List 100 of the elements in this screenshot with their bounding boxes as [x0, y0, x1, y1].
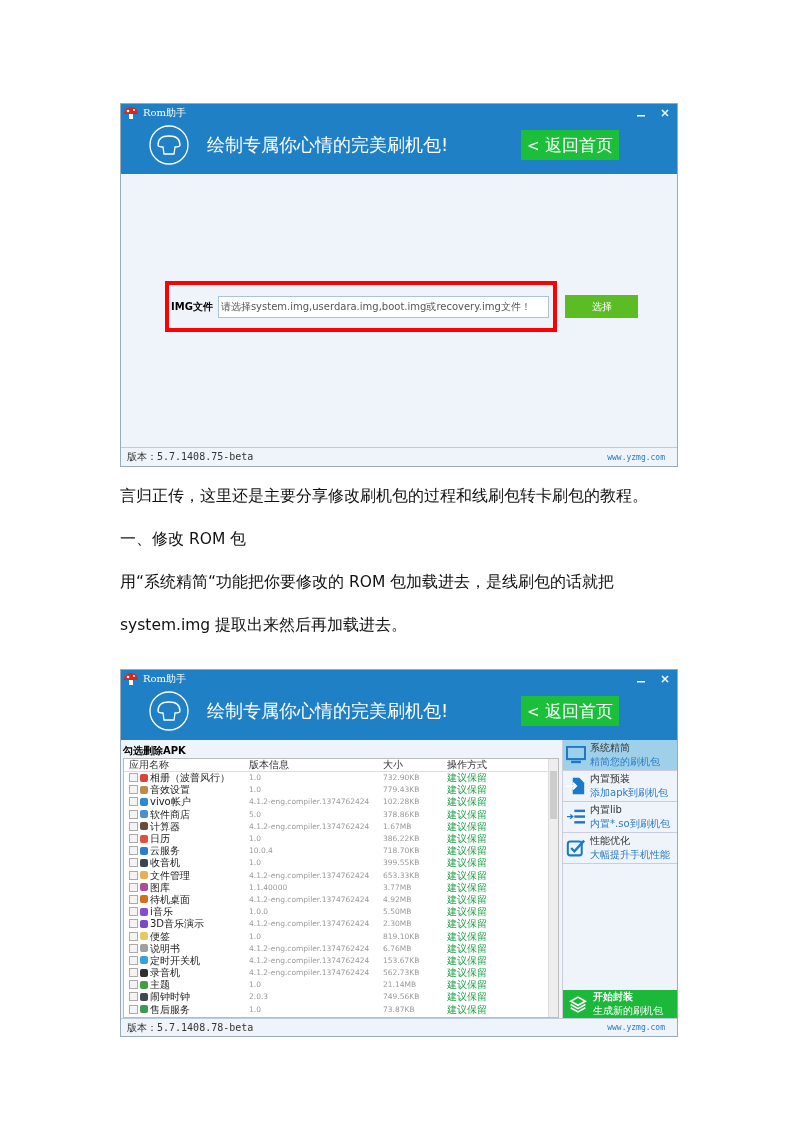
version-label: 版本：5.7.1408.78-beta — [127, 1020, 254, 1035]
tool-subtitle: 精简您的刷机包 — [590, 755, 660, 769]
app-name: 待机桌面 — [150, 893, 190, 905]
checkbox-tick-icon — [566, 839, 586, 857]
version-label: 版本：5.7.1408.75-beta — [127, 450, 254, 464]
tool-item[interactable]: 内置lib 内置*.so到刷机包 — [563, 802, 677, 833]
action-cell-text: 建议保留 — [447, 942, 488, 954]
checkbox[interactable] — [129, 955, 138, 965]
action-cell-text: 建议保留 — [447, 845, 488, 857]
scrollbar[interactable] — [548, 759, 558, 1017]
action-cell-text: 建议保留 — [447, 1003, 488, 1015]
action-cell-text: 建议保留 — [447, 906, 488, 918]
action-cell-text: 建议保留 — [447, 881, 488, 893]
checkbox[interactable] — [129, 785, 138, 795]
checkbox[interactable] — [129, 919, 138, 929]
body-text: 言归正传，这里还是主要分享修改刷机包的过程和线刷包转卡刷包的教程。 — [120, 486, 649, 507]
mushroom-outline-icon — [149, 125, 189, 165]
tool-title: 系统精简 — [590, 741, 630, 755]
action-cell-text: 建议保留 — [447, 954, 488, 966]
close-icon[interactable] — [661, 109, 669, 117]
layers-icon — [569, 995, 587, 1013]
action-cell-text: 建议保留 — [447, 930, 488, 942]
action-cell-text: 建议保留 — [447, 808, 488, 820]
app-name: vivo帐户 — [150, 796, 191, 808]
app-name: 收音机 — [150, 857, 180, 869]
app-name: 便签 — [150, 930, 170, 942]
banner-slogan: 绘制专属你心情的完美刷机包! — [207, 133, 450, 157]
app-name: 相册（波普风行） — [150, 772, 230, 784]
img-file-field[interactable]: 请选择system.img,userdara.img,boot.img或recovery.img文件！ — [217, 295, 549, 318]
checkbox[interactable] — [129, 992, 138, 1002]
monitor-icon — [566, 746, 586, 764]
checkbox[interactable] — [129, 907, 138, 917]
window-title: Rom助手 — [143, 672, 187, 686]
column-header[interactable]: 应用名称 — [124, 759, 249, 771]
app-name: 日历 — [150, 833, 170, 845]
website-link[interactable]: www.yzmg.com — [607, 452, 665, 462]
tool-item[interactable]: 内置预装 添加apk到刷机包 — [563, 771, 677, 802]
window-title: Rom助手 — [143, 106, 187, 120]
app-name: 说明书 — [150, 942, 180, 954]
action-cell-text: 建议保留 — [447, 857, 488, 869]
action-cell-text: 建议保留 — [447, 833, 488, 845]
mushroom-logo-icon — [123, 106, 139, 120]
pack-title: 开始封装 — [593, 990, 633, 1004]
section-title: 勾选删除APK — [123, 744, 187, 758]
import-file-icon — [566, 777, 586, 795]
app-name: 图库 — [150, 881, 170, 893]
checkbox[interactable] — [129, 980, 138, 990]
column-header[interactable]: 大小 — [383, 759, 447, 771]
app-name: 录音机 — [150, 967, 180, 979]
checkbox[interactable] — [129, 858, 138, 868]
app-name: 定时开关机 — [150, 954, 200, 966]
action-cell-text: 建议保留 — [447, 784, 488, 796]
tool-item[interactable]: 性能优化 大幅提升手机性能 — [563, 833, 677, 864]
checkbox[interactable] — [129, 968, 138, 978]
app-name: 文件管理 — [150, 869, 190, 881]
checkbox[interactable] — [129, 894, 138, 904]
action-cell-text: 建议保留 — [447, 796, 488, 808]
pack-subtitle: 生成新的刷机包 — [593, 1004, 663, 1018]
action-cell-text: 建议保留 — [447, 772, 488, 784]
app-name: 闹钟时钟 — [150, 991, 190, 1003]
column-header[interactable]: 操作方式 — [447, 759, 499, 771]
column-header[interactable]: 版本信息 — [249, 759, 383, 771]
action-cell-text: 建议保留 — [447, 967, 488, 979]
action-cell-text: 建议保留 — [447, 869, 488, 881]
mushroom-logo-icon — [123, 672, 139, 686]
action-cell-text: 建议保留 — [447, 820, 488, 832]
checkbox[interactable] — [129, 870, 138, 880]
close-icon[interactable] — [661, 675, 669, 683]
checkbox[interactable] — [129, 1004, 138, 1014]
checkbox[interactable] — [129, 846, 138, 856]
tool-subtitle: 大幅提升手机性能 — [590, 848, 670, 862]
app-name: 音效设置 — [150, 784, 190, 796]
mushroom-outline-icon — [149, 691, 189, 731]
checkbox[interactable] — [129, 809, 138, 819]
tool-item[interactable]: 系统精简 精简您的刷机包 — [563, 740, 677, 771]
app-name: 软件商店 — [150, 808, 190, 820]
body-text: 一、修改 ROM 包 — [120, 529, 248, 550]
banner-slogan: 绘制专属你心情的完美刷机包! — [207, 699, 450, 723]
checkbox[interactable] — [129, 931, 138, 941]
app-name: 云服务 — [150, 845, 180, 857]
tool-subtitle: 内置*.so到刷机包 — [590, 817, 670, 831]
action-cell-text: 建议保留 — [447, 991, 488, 1003]
checkbox[interactable] — [129, 882, 138, 892]
field-label: IMG文件 — [171, 299, 213, 314]
checkbox[interactable] — [129, 773, 138, 783]
tool-title: 性能优化 — [590, 834, 630, 848]
checkbox[interactable] — [129, 821, 138, 831]
checkbox[interactable] — [129, 797, 138, 807]
action-cell-text: 建议保留 — [447, 918, 488, 930]
body-text: 用“系统精简“功能把你要修改的 ROM 包加载进去，是线刷包的话就把 — [120, 572, 616, 593]
checkbox[interactable] — [129, 834, 138, 844]
checkbox[interactable] — [129, 943, 138, 953]
website-link[interactable]: www.yzmg.com — [607, 1023, 665, 1032]
tool-title: 内置lib — [590, 803, 622, 817]
action-cell-text: 建议保留 — [447, 979, 488, 991]
app-name: 主题 — [150, 979, 170, 991]
app-name: 3D音乐演示 — [150, 918, 205, 930]
body-text: system.img 提取出来然后再加载进去。 — [120, 615, 409, 636]
app-name: 计算器 — [150, 820, 180, 832]
action-cell-text: 建议保留 — [447, 893, 488, 905]
